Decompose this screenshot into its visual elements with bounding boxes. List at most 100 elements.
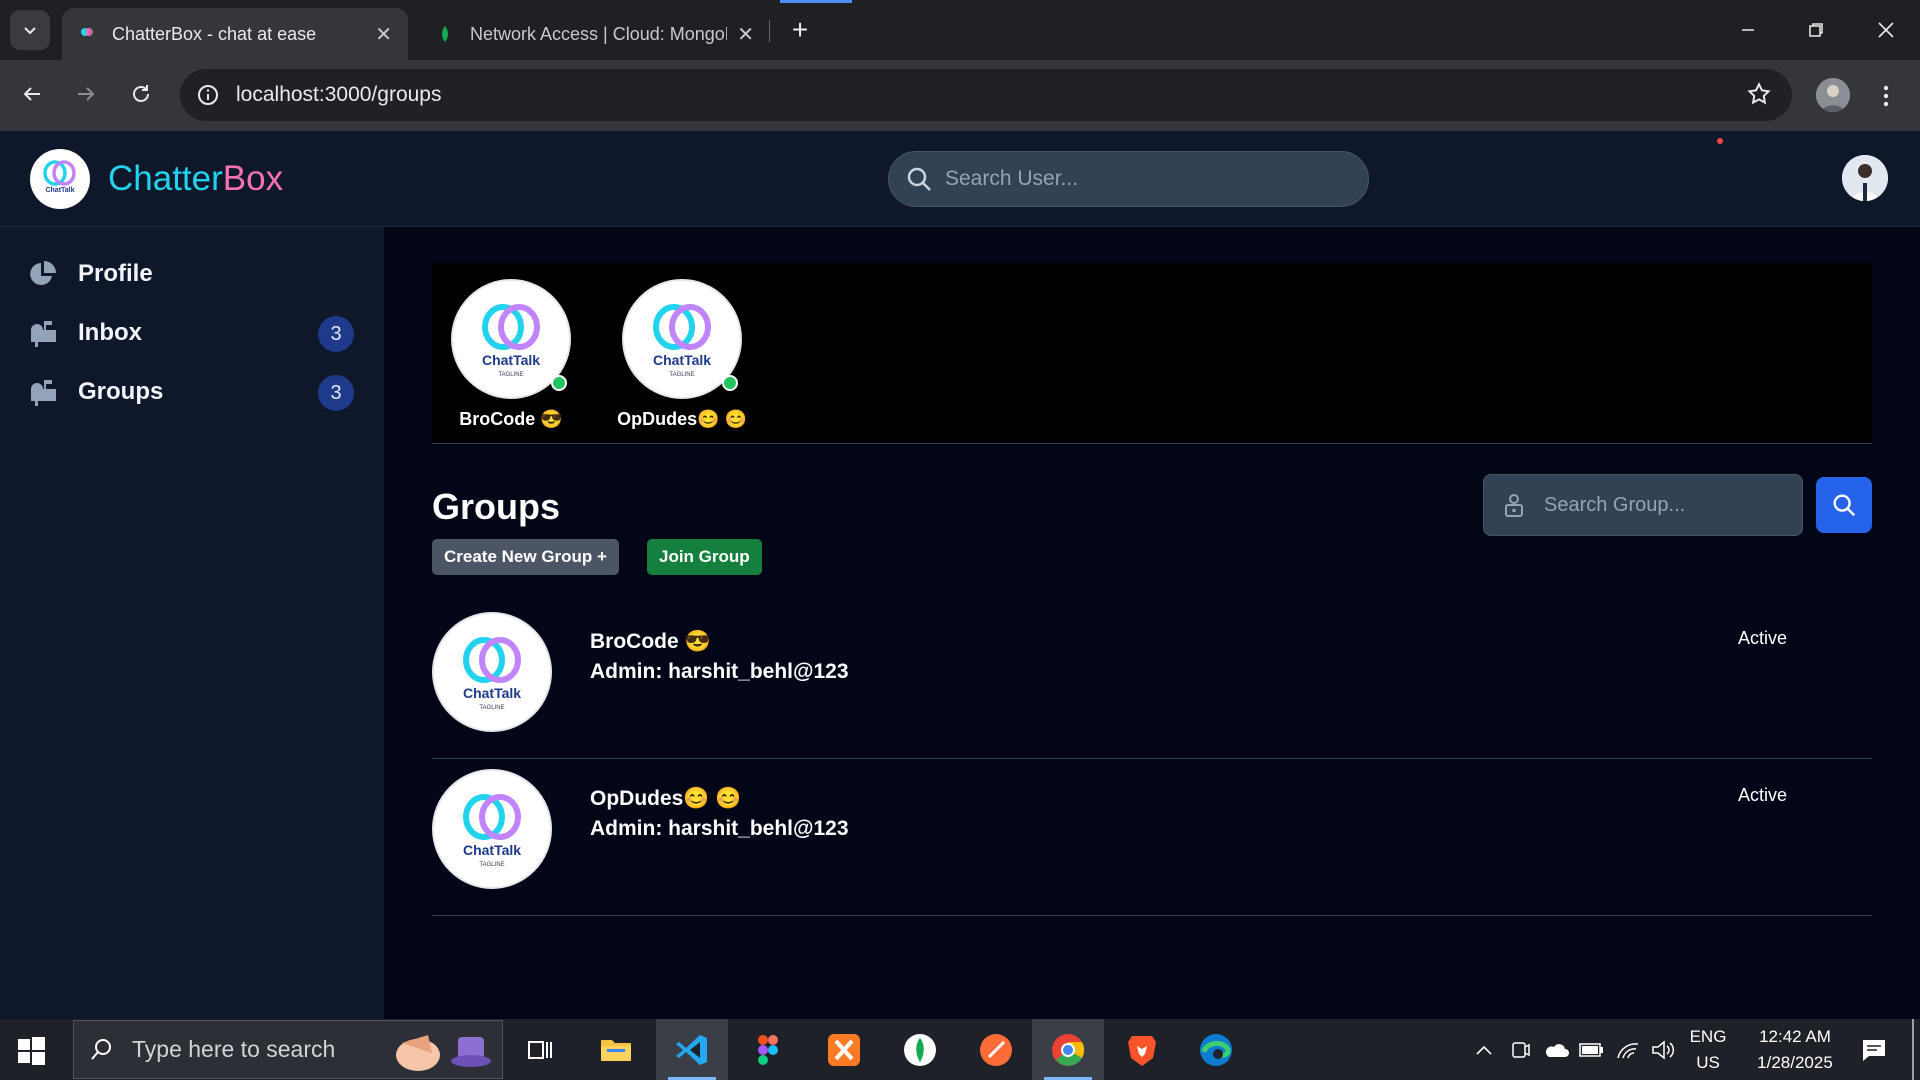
search-group-input[interactable]: [1544, 493, 1794, 517]
tray-network[interactable]: [1612, 1019, 1644, 1080]
brand-name[interactable]: ChatterBox: [108, 159, 283, 199]
os-taskbar: Type here to search ENG US 12:42 AM 1/28…: [0, 1019, 1920, 1080]
restore-button[interactable]: [1796, 10, 1836, 50]
cloud-icon: [1545, 1043, 1569, 1057]
story-item[interactable]: ChatTalk TAGLINE BroCode 😎: [446, 279, 576, 429]
address-bar[interactable]: localhost:3000/groups: [180, 69, 1792, 121]
mongodb-leaf-icon: [904, 1033, 936, 1066]
new-tab-button[interactable]: +: [782, 12, 818, 48]
tab-title: ChatterBox - chat at ease: [112, 23, 317, 44]
chat-bubbles-logo-icon: ChatTalk TAGLINE: [463, 637, 521, 711]
show-hidden-icons-button[interactable]: [1470, 1019, 1498, 1080]
task-view-icon: [528, 1040, 552, 1059]
taskbar-file-explorer[interactable]: [580, 1019, 652, 1080]
chat-bubbles-logo-icon: ChatTalk TAGLINE: [463, 794, 521, 868]
browser-toolbar: localhost:3000/groups: [0, 60, 1920, 131]
close-icon: [1878, 22, 1894, 38]
taskbar-search-box[interactable]: Type here to search: [73, 1020, 503, 1079]
sidebar-item-groups[interactable]: Groups 3: [28, 367, 358, 417]
search-group-button[interactable]: [1816, 477, 1872, 533]
tab-title: Network Access | Cloud: MongoDB: [470, 23, 728, 44]
browser-menu-button[interactable]: [1872, 76, 1900, 116]
tray-battery[interactable]: [1576, 1019, 1608, 1080]
mongodb-leaf-icon: [442, 26, 448, 42]
tray-clock[interactable]: 12:42 AM 1/28/2025: [1740, 1019, 1850, 1080]
back-button[interactable]: [12, 74, 52, 114]
tray-meet-now[interactable]: [1506, 1019, 1534, 1080]
brand-logo[interactable]: ChatTalk: [30, 149, 90, 209]
site-info-icon[interactable]: [196, 83, 220, 107]
tab-mongodb[interactable]: Network Access | Cloud: MongoDB ✕: [420, 8, 770, 60]
active-groups-bar: ChatTalk TAGLINE BroCode 😎 ChatTalk TAGL…: [432, 263, 1872, 444]
join-group-button[interactable]: Join Group: [647, 539, 762, 575]
arrow-right-icon: [78, 87, 95, 101]
task-view-button[interactable]: [504, 1019, 576, 1080]
group-search-bar[interactable]: [1483, 474, 1803, 536]
tab-separator: [769, 20, 770, 42]
bookmark-star-icon[interactable]: [1746, 81, 1772, 107]
notification-center-button[interactable]: [1852, 1019, 1896, 1080]
taskbar-vscode[interactable]: [656, 1019, 728, 1080]
tray-onedrive[interactable]: [1540, 1019, 1572, 1080]
taskbar-postman[interactable]: [960, 1019, 1032, 1080]
brave-lion-icon: [1128, 1035, 1156, 1066]
minimize-button[interactable]: [1728, 10, 1768, 50]
brand-name-part1: Chatter: [108, 159, 223, 198]
logo-text: ChatTalk: [482, 352, 540, 368]
taskbar-mongodb-compass[interactable]: [884, 1019, 956, 1080]
url-text[interactable]: localhost:3000/groups: [236, 83, 441, 107]
group-list-item[interactable]: ChatTalk TAGLINE OpDudes😊 😊 Admin: harsh…: [432, 759, 1872, 916]
chevron-down-icon: [24, 27, 36, 35]
tab-search-button[interactable]: [10, 10, 50, 50]
edge-icon: [1200, 1033, 1232, 1066]
sidebar-item-profile[interactable]: Profile: [28, 249, 358, 299]
close-icon[interactable]: ✕: [375, 22, 392, 47]
taskbar-brave[interactable]: [1106, 1019, 1178, 1080]
speaker-icon: [1652, 1039, 1675, 1060]
story-item[interactable]: ChatTalk TAGLINE OpDudes😊 😊: [617, 279, 747, 429]
tray-language[interactable]: ENG US: [1682, 1019, 1734, 1080]
logo-text: ChatTalk: [45, 187, 74, 194]
create-group-button[interactable]: Create New Group +: [432, 539, 619, 575]
group-name: OpDudes😊 😊: [590, 787, 742, 810]
chevron-up-icon: [1476, 1045, 1492, 1055]
clock-date: 1/28/2025: [1757, 1052, 1833, 1072]
mailbox-icon: [31, 321, 56, 347]
group-avatar: ChatTalk TAGLINE: [432, 612, 552, 732]
app-root: ChatTalk ChatterBox Profile Inbox 3 Grou…: [0, 131, 1920, 1019]
tab-chatterbox[interactable]: ChatterBox - chat at ease ✕: [62, 8, 408, 60]
user-search-bar[interactable]: [888, 151, 1369, 207]
close-icon[interactable]: ✕: [737, 22, 754, 47]
taskbar-edge[interactable]: [1180, 1019, 1252, 1080]
windows-start-icon[interactable]: [14, 1033, 48, 1067]
reload-icon: [133, 85, 149, 102]
logo-tagline: TAGLINE: [669, 372, 694, 378]
minimize-icon: [1742, 29, 1754, 31]
groups-count-badge: 3: [318, 375, 354, 411]
xampp-icon: [828, 1033, 860, 1066]
logo-text: ChatTalk: [463, 842, 521, 858]
taskbar-figma[interactable]: [732, 1019, 804, 1080]
group-avatar: ChatTalk TAGLINE: [451, 279, 571, 399]
show-desktop-button[interactable]: [1912, 1019, 1914, 1080]
browser-profile-avatar[interactable]: [1816, 78, 1850, 112]
window-close-button[interactable]: [1866, 10, 1906, 50]
tab-accent-line: [780, 0, 852, 3]
reload-button[interactable]: [121, 74, 161, 114]
taskbar-chrome[interactable]: [1032, 1019, 1104, 1080]
taskbar-search-placeholder: Type here to search: [132, 1036, 336, 1062]
sidebar-item-inbox[interactable]: Inbox 3: [28, 308, 358, 358]
taskbar-xampp[interactable]: [808, 1019, 880, 1080]
forward-button[interactable]: [66, 74, 106, 114]
user-avatar[interactable]: [1842, 155, 1888, 201]
meet-now-icon: [1512, 1041, 1530, 1058]
group-list-item[interactable]: ChatTalk TAGLINE BroCode 😎 Admin: harshi…: [432, 602, 1872, 759]
app-header: ChatTalk ChatterBox: [0, 131, 1920, 227]
tray-volume[interactable]: [1648, 1019, 1678, 1080]
brand-name-part2: Box: [222, 159, 284, 198]
mailbox-icon: [31, 380, 56, 406]
clock-time: 12:42 AM: [1759, 1026, 1831, 1046]
region-code: US: [1696, 1052, 1720, 1072]
search-user-input[interactable]: [945, 167, 1325, 191]
sidebar-item-label: Inbox: [78, 319, 142, 346]
